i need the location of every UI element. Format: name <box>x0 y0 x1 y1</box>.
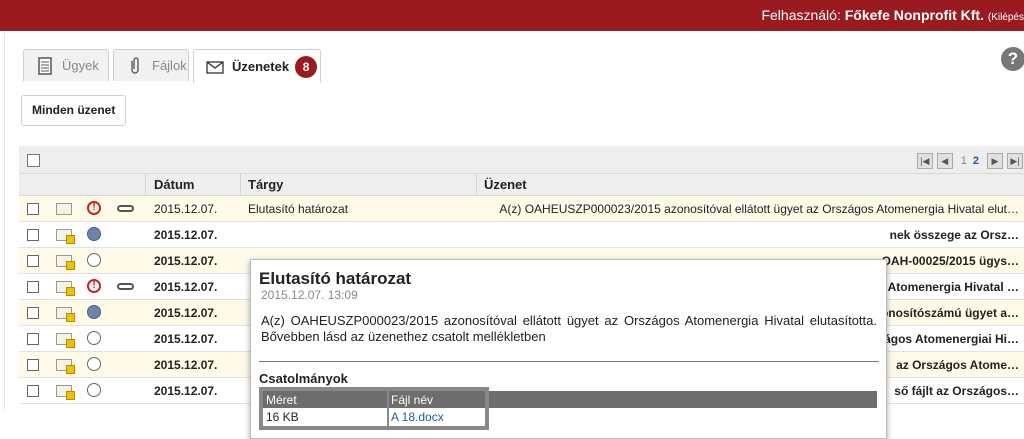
paperclip-icon <box>117 283 134 290</box>
filename-header: Fájl név <box>391 393 434 407</box>
status-dot-icon <box>87 305 101 319</box>
attachment-size: 16 KB <box>266 410 299 424</box>
pager: |◀ ◀ 1 2 ▶ ▶| <box>913 152 1023 170</box>
page-1-link[interactable]: 1 <box>961 155 967 167</box>
row-message: A(z) OAHEUSZP000023/2015 azonosítóval el… <box>499 202 1019 216</box>
row-checkbox[interactable] <box>27 203 39 215</box>
attachments-title: Csatolmányok <box>259 371 348 386</box>
all-messages-button[interactable]: Minden üzenet <box>21 95 127 126</box>
select-all-checkbox[interactable] <box>27 154 40 167</box>
row-checkbox[interactable] <box>27 229 39 241</box>
row-message: Atomenergia Hivatal … <box>887 280 1019 294</box>
row-date: 2015.12.07. <box>154 228 218 242</box>
status-dot-icon <box>87 227 101 241</box>
status-dot-icon <box>87 331 101 345</box>
tab-uzenetek[interactable]: Üzenetek 8 <box>193 49 321 83</box>
row-message: ső fájlt az Országos… <box>894 384 1019 398</box>
status-dot-icon <box>87 357 101 371</box>
envelope-icon <box>56 203 72 215</box>
tab-fajlok[interactable]: Fájlok <box>113 49 189 81</box>
popup-body: A(z) OAHEUSZP000023/2015 azonosítóval el… <box>261 313 877 344</box>
row-date: 2015.12.07. <box>154 202 218 216</box>
envelope-icon <box>56 281 75 296</box>
prev-page-button[interactable]: ◀ <box>936 153 953 169</box>
row-date: 2015.12.07. <box>154 384 218 398</box>
row-checkbox[interactable] <box>27 333 39 345</box>
tab-label: Ügyek <box>62 58 99 73</box>
row-message: nek összege az Orsz… <box>889 228 1019 242</box>
top-bar: Felhasználó: Főkefe Nonprofit Kft. (Kilé… <box>0 0 1024 31</box>
logout-link[interactable]: (Kilépés <box>988 12 1024 23</box>
row-date: 2015.12.07. <box>154 358 218 372</box>
exclamation-icon: ! <box>87 201 101 215</box>
row-checkbox[interactable] <box>27 385 39 397</box>
envelope-icon <box>56 359 75 374</box>
paperclip-icon <box>131 56 139 74</box>
row-date: 2015.12.07. <box>154 254 218 268</box>
popup-title: Elutasító határozat <box>259 269 412 288</box>
envelope-icon <box>56 229 75 244</box>
table-header: Dátum Tárgy Üzenet <box>19 174 1024 196</box>
envelope-icon <box>56 307 75 322</box>
envelope-icon <box>56 385 75 400</box>
size-header: Méret <box>266 393 297 407</box>
row-date: 2015.12.07. <box>154 306 218 320</box>
attachments-table: Méret Fájl név 16 KB A 18.docx <box>259 387 489 430</box>
message-preview-popup: Elutasító határozat 2015.12.07. 13:09 A(… <box>250 259 887 439</box>
user-name: Főkefe Nonprofit Kft. <box>844 7 984 23</box>
exclamation-icon: ! <box>87 279 101 293</box>
attachments-header-bar <box>489 391 877 408</box>
header-message[interactable]: Üzenet <box>484 177 527 192</box>
popup-datetime: 2015.12.07. 13:09 <box>261 288 358 302</box>
help-icon[interactable]: ? <box>1001 47 1024 71</box>
page-2-link[interactable]: 2 <box>973 155 979 167</box>
envelope-icon <box>206 60 224 74</box>
row-message: OAH-00025/2015 ügys… <box>881 254 1019 268</box>
attachments-header: Méret Fájl név <box>263 391 485 408</box>
tab-label: Fájlok <box>152 58 187 73</box>
row-date: 2015.12.07. <box>154 332 218 346</box>
user-info: Felhasználó: Főkefe Nonprofit Kft. (Kilé… <box>761 7 1024 23</box>
attachment-link[interactable]: A 18.docx <box>391 410 444 424</box>
status-dot-icon <box>87 253 101 267</box>
table-toolbar: |◀ ◀ 1 2 ▶ ▶| <box>19 146 1024 174</box>
row-date: 2015.12.07. <box>154 280 218 294</box>
tab-label: Üzenetek <box>232 59 290 74</box>
table-row[interactable]: 2015.12.07. nek összege az Orsz… <box>19 222 1024 248</box>
row-checkbox[interactable] <box>27 359 39 371</box>
row-message: onosítószámú ügyet a… <box>880 306 1019 320</box>
status-dot-icon <box>87 383 101 397</box>
tab-ugyek[interactable]: Ügyek <box>23 49 109 81</box>
first-page-button[interactable]: |◀ <box>916 153 933 169</box>
user-label: Felhasználó: <box>761 7 841 23</box>
document-icon <box>38 56 52 75</box>
row-checkbox[interactable] <box>27 307 39 319</box>
envelope-icon <box>56 333 75 348</box>
row-message: az Országos Atome… <box>896 358 1019 372</box>
header-date[interactable]: Dátum <box>154 177 194 192</box>
row-message: ágos Atomenergiai Hi… <box>884 332 1019 346</box>
paperclip-icon <box>117 205 134 212</box>
envelope-icon <box>56 255 75 270</box>
last-page-button[interactable]: ▶| <box>1007 153 1023 169</box>
divider <box>259 361 879 362</box>
unread-count-badge: 8 <box>295 55 318 78</box>
row-checkbox[interactable] <box>27 281 39 293</box>
main-panel: Ügyek Fájlok Üzenetek 8 ? Minden üzenet … <box>4 31 1024 439</box>
row-checkbox[interactable] <box>27 255 39 267</box>
table-row[interactable]: ! 2015.12.07. Elutasító határozat A(z) OAHE… <box>19 196 1024 222</box>
header-subject[interactable]: Tárgy <box>248 177 283 192</box>
row-subject: Elutasító határozat <box>248 202 349 216</box>
next-page-button[interactable]: ▶ <box>987 153 1003 169</box>
